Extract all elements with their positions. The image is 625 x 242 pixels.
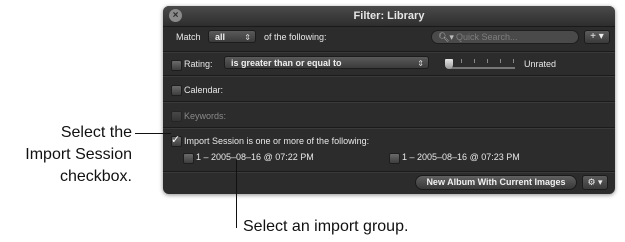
rating-label: Rating: (184, 59, 213, 69)
slider-tick (461, 59, 462, 63)
keywords-label: Keywords: (184, 111, 227, 121)
callout-checkbox: Select the Import Session checkbox. (25, 122, 132, 188)
slider-tick (513, 59, 514, 63)
match-popup[interactable]: all ⇕ (208, 30, 256, 43)
callout-import-group: Select an import group. (243, 218, 409, 235)
calendar-row: Calendar: (163, 75, 615, 102)
import-group-checkbox[interactable] (389, 153, 400, 164)
match-suffix: of the following: (264, 32, 327, 42)
updown-arrows-icon: ⇕ (417, 59, 424, 68)
rating-slider[interactable] (449, 67, 515, 69)
import-session-row: ✓ Import Session is one or more of the f… (163, 127, 615, 172)
slider-knob[interactable] (445, 59, 453, 69)
import-group-label[interactable]: 1 – 2005–08–16 @ 07:22 PM (196, 152, 314, 162)
match-label: Match (176, 32, 201, 42)
callout-line: Select the (60, 124, 132, 141)
add-rule-button[interactable]: + ▾ (584, 30, 610, 44)
title-bar: × Filter: Library (163, 6, 615, 27)
rating-checkbox[interactable] (171, 60, 182, 71)
search-icon: 🔍︎▾ (438, 32, 454, 42)
callout-line: Import Session (25, 146, 132, 163)
calendar-label: Calendar: (184, 85, 224, 95)
rating-operator-value: is greater than or equal to (231, 58, 342, 68)
calendar-checkbox[interactable] (171, 85, 182, 96)
import-group-label[interactable]: 1 – 2005–08–16 @ 07:23 PM (402, 152, 520, 162)
callout-line: checkbox. (59, 168, 132, 185)
leader-line (236, 160, 237, 228)
updown-arrows-icon: ⇕ (244, 33, 251, 42)
slider-tick (474, 59, 475, 63)
import-session-label: Import Session is one or more of the fol… (184, 136, 370, 146)
new-album-button[interactable]: New Album With Current Images (415, 175, 577, 190)
gear-menu-button[interactable]: ⚙ ▾ (582, 175, 608, 190)
rating-operator-popup[interactable]: is greater than or equal to ⇕ (224, 56, 429, 69)
close-icon[interactable]: × (169, 9, 182, 22)
leader-line (135, 133, 171, 134)
match-value: all (215, 32, 226, 42)
slider-tick (500, 59, 501, 63)
quick-search-field[interactable]: 🔍︎▾ Quick Search... (431, 30, 579, 44)
window-title: Filter: Library (353, 10, 425, 22)
keywords-checkbox[interactable] (171, 111, 182, 122)
filter-panel: × Filter: Library Match all ⇕ of the fol… (163, 6, 615, 194)
slider-tick (487, 59, 488, 63)
search-placeholder: Quick Search... (456, 32, 518, 42)
rating-value-label: Unrated (524, 59, 557, 69)
checkmark-icon: ✓ (171, 134, 181, 146)
keywords-row: Keywords: (163, 101, 615, 128)
import-group-checkbox[interactable] (183, 153, 194, 164)
